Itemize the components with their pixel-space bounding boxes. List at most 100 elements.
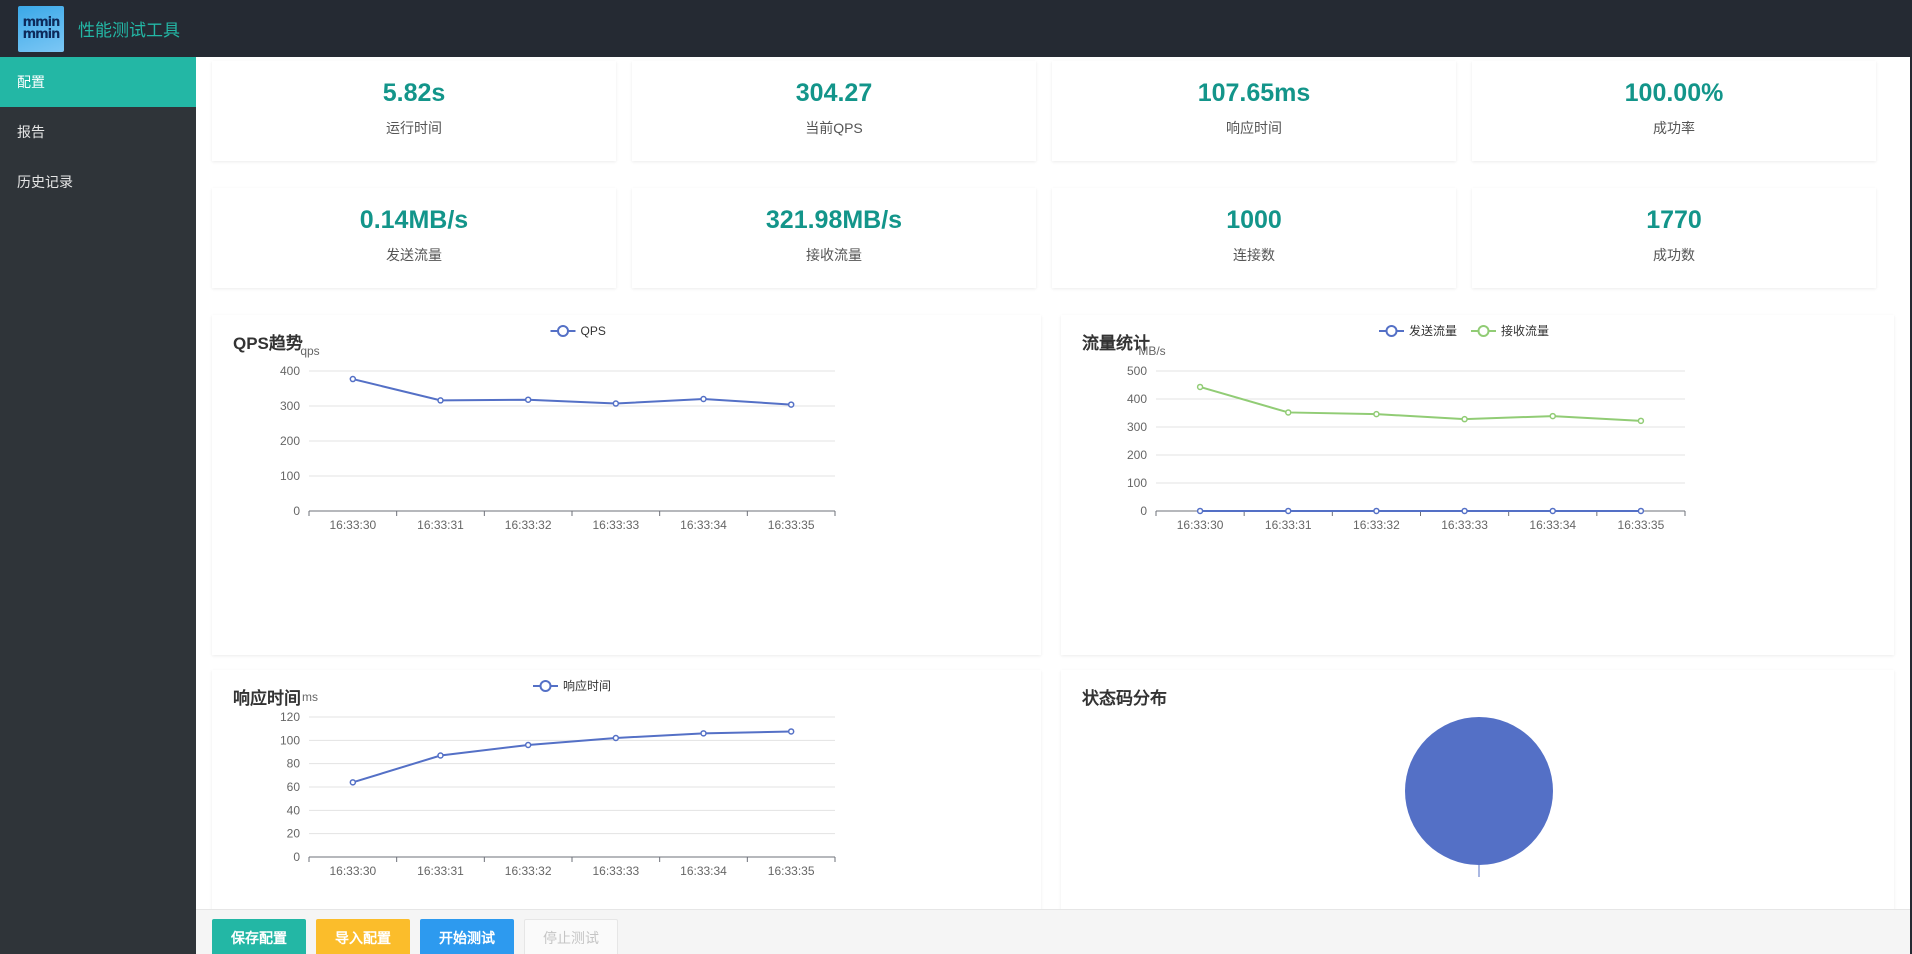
x-tick-label: 16:33:31 [417,518,464,532]
action-footer: 保存配置 导入配置 开始测试 停止测试 [196,909,1910,954]
series-line [352,378,792,406]
y-tick-label: 300 [1127,420,1147,434]
legend-swatch-marker [1385,325,1398,337]
y-tick-label: 100 [280,733,300,747]
y-tick-label: 500 [1127,364,1147,378]
stat-label: 连接数 [1233,247,1275,263]
x-tick-label: 16:33:35 [1618,518,1665,532]
x-tick-label: 16:33:34 [680,864,727,878]
legend-label: 响应时间 [563,678,611,693]
traffic-chart-card: 流量统计 0 100 200 300 400 500 MB/s 16:33:30 16:33:3… [1061,315,1894,655]
sidebar-item-report[interactable]: 报告 [0,107,196,157]
y-tick-label: 400 [1127,392,1147,406]
data-point [1637,417,1645,425]
traffic-line-chart: 0 100 200 300 400 500 MB/s 16:33:30 16:33:31 16:3… [1127,323,1686,532]
data-point [787,401,795,408]
y-tick-label: 100 [1127,476,1147,490]
data-point [524,396,532,403]
data-point [1196,383,1204,391]
data-point [524,741,532,749]
y-tick-label: 60 [287,780,301,794]
status-code-pie-chart [1405,717,1553,877]
stat-value: 100.00% [1624,79,1724,107]
stat-card-qps: 304.27 当前QPS [632,61,1036,161]
data-point [787,728,795,735]
legend-swatch-marker [1477,325,1490,337]
y-tick-label: 0 [293,850,300,864]
legend-swatch-marker [557,325,569,337]
stat-value: 5.82s [382,79,446,107]
stat-label: 发送流量 [386,247,442,263]
status-code-chart-card: 状态码分布 [1061,670,1894,909]
data-point [437,397,444,404]
y-axis-label: ms [302,690,318,704]
stat-value: 0.14MB/s [359,206,469,234]
y-tick-label: 80 [287,757,301,771]
y-tick-label: 200 [280,434,300,448]
logo-text-bottom: mmin [22,26,61,42]
stop-test-button[interactable]: 停止测试 [524,919,618,954]
stat-value: 1770 [1646,206,1702,234]
data-point [700,395,707,403]
data-point [612,400,620,407]
data-point [700,730,707,737]
data-point [437,752,444,759]
x-tick-label: 16:33:33 [592,518,639,532]
x-tick-label: 16:33:30 [329,518,376,532]
y-tick-label: 20 [287,827,301,841]
save-config-button[interactable]: 保存配置 [212,919,306,954]
data-point [612,734,620,742]
data-point [1285,507,1292,515]
legend-label: QPS [581,324,606,338]
data-point [1373,507,1380,515]
stat-value: 321.98MB/s [765,206,903,234]
stat-card-connections: 1000 连接数 [1052,188,1456,288]
qps-line-chart: 0 100 200 300 400qps 16:33:30 16:33:31 16:33:32… [280,324,836,532]
series-line [1199,385,1641,422]
app-logo: mmin mmin [18,5,64,52]
x-tick-label: 16:33:33 [592,864,639,878]
y-tick-label: 0 [293,504,300,518]
stat-value: 304.27 [795,79,873,107]
sidebar-item-config[interactable]: 配置 [0,57,196,107]
data-point [1196,507,1204,515]
app-title: 性能测试工具 [78,21,180,40]
top-bar: mmin mmin 性能测试工具 [0,0,1912,57]
x-tick-label: 16:33:30 [329,864,376,878]
response-time-chart-card: 响应时间 0 20 40 60 80 100 120 ms 16:33:30 16:33:31 16… [212,670,1041,909]
x-tick-label: 16:33:35 [768,864,815,878]
data-point [349,779,357,786]
import-config-button[interactable]: 导入配置 [316,919,410,954]
data-point [1549,507,1556,515]
stat-card-runtime: 5.82s 运行时间 [212,61,616,161]
pie-slice [1405,717,1553,865]
stat-card-success-rate: 100.00% 成功率 [1472,61,1876,161]
data-point [1549,412,1556,420]
stat-label: 接收流量 [806,247,862,263]
y-tick-label: 40 [287,803,301,817]
stat-label: 当前QPS [805,120,863,136]
y-tick-label: 100 [280,469,300,483]
x-tick-label: 16:33:32 [505,518,552,532]
data-point [1373,410,1380,418]
x-tick-label: 16:33:32 [505,864,552,878]
data-point [1637,507,1645,515]
stat-value: 107.65ms [1197,79,1311,107]
y-axis-label: MB/s [1138,344,1165,358]
start-test-button[interactable]: 开始测试 [420,919,514,954]
stat-card-success-count: 1770 成功数 [1472,188,1876,288]
main-area: 5.82s 运行时间 304.27 当前QPS 107.65ms 响应时间 10… [196,57,1910,954]
y-tick-label: 200 [1127,448,1147,462]
dashboard-content[interactable]: 5.82s 运行时间 304.27 当前QPS 107.65ms 响应时间 10… [196,57,1910,909]
legend-swatch-marker [539,680,552,692]
qps-chart-card: QPS趋势 0 100 200 300 400 qps 16:33:30 16:33:31 16… [212,315,1041,655]
sidebar-item-history[interactable]: 历史记录 [0,157,196,207]
response-time-line-chart: 0 20 40 60 80 100 120ms 16:33:30 16:33:31 16:33:3… [280,678,836,878]
y-tick-label: 400 [280,364,300,378]
stat-card-response-time: 107.65ms 响应时间 [1052,61,1456,161]
sidebar: 配置 报告 历史记录 [0,57,196,954]
y-tick-label: 300 [280,399,300,413]
x-tick-label: 16:33:34 [1529,518,1576,532]
x-tick-label: 16:33:33 [1441,518,1488,532]
x-tick-label: 16:33:30 [1177,518,1224,532]
